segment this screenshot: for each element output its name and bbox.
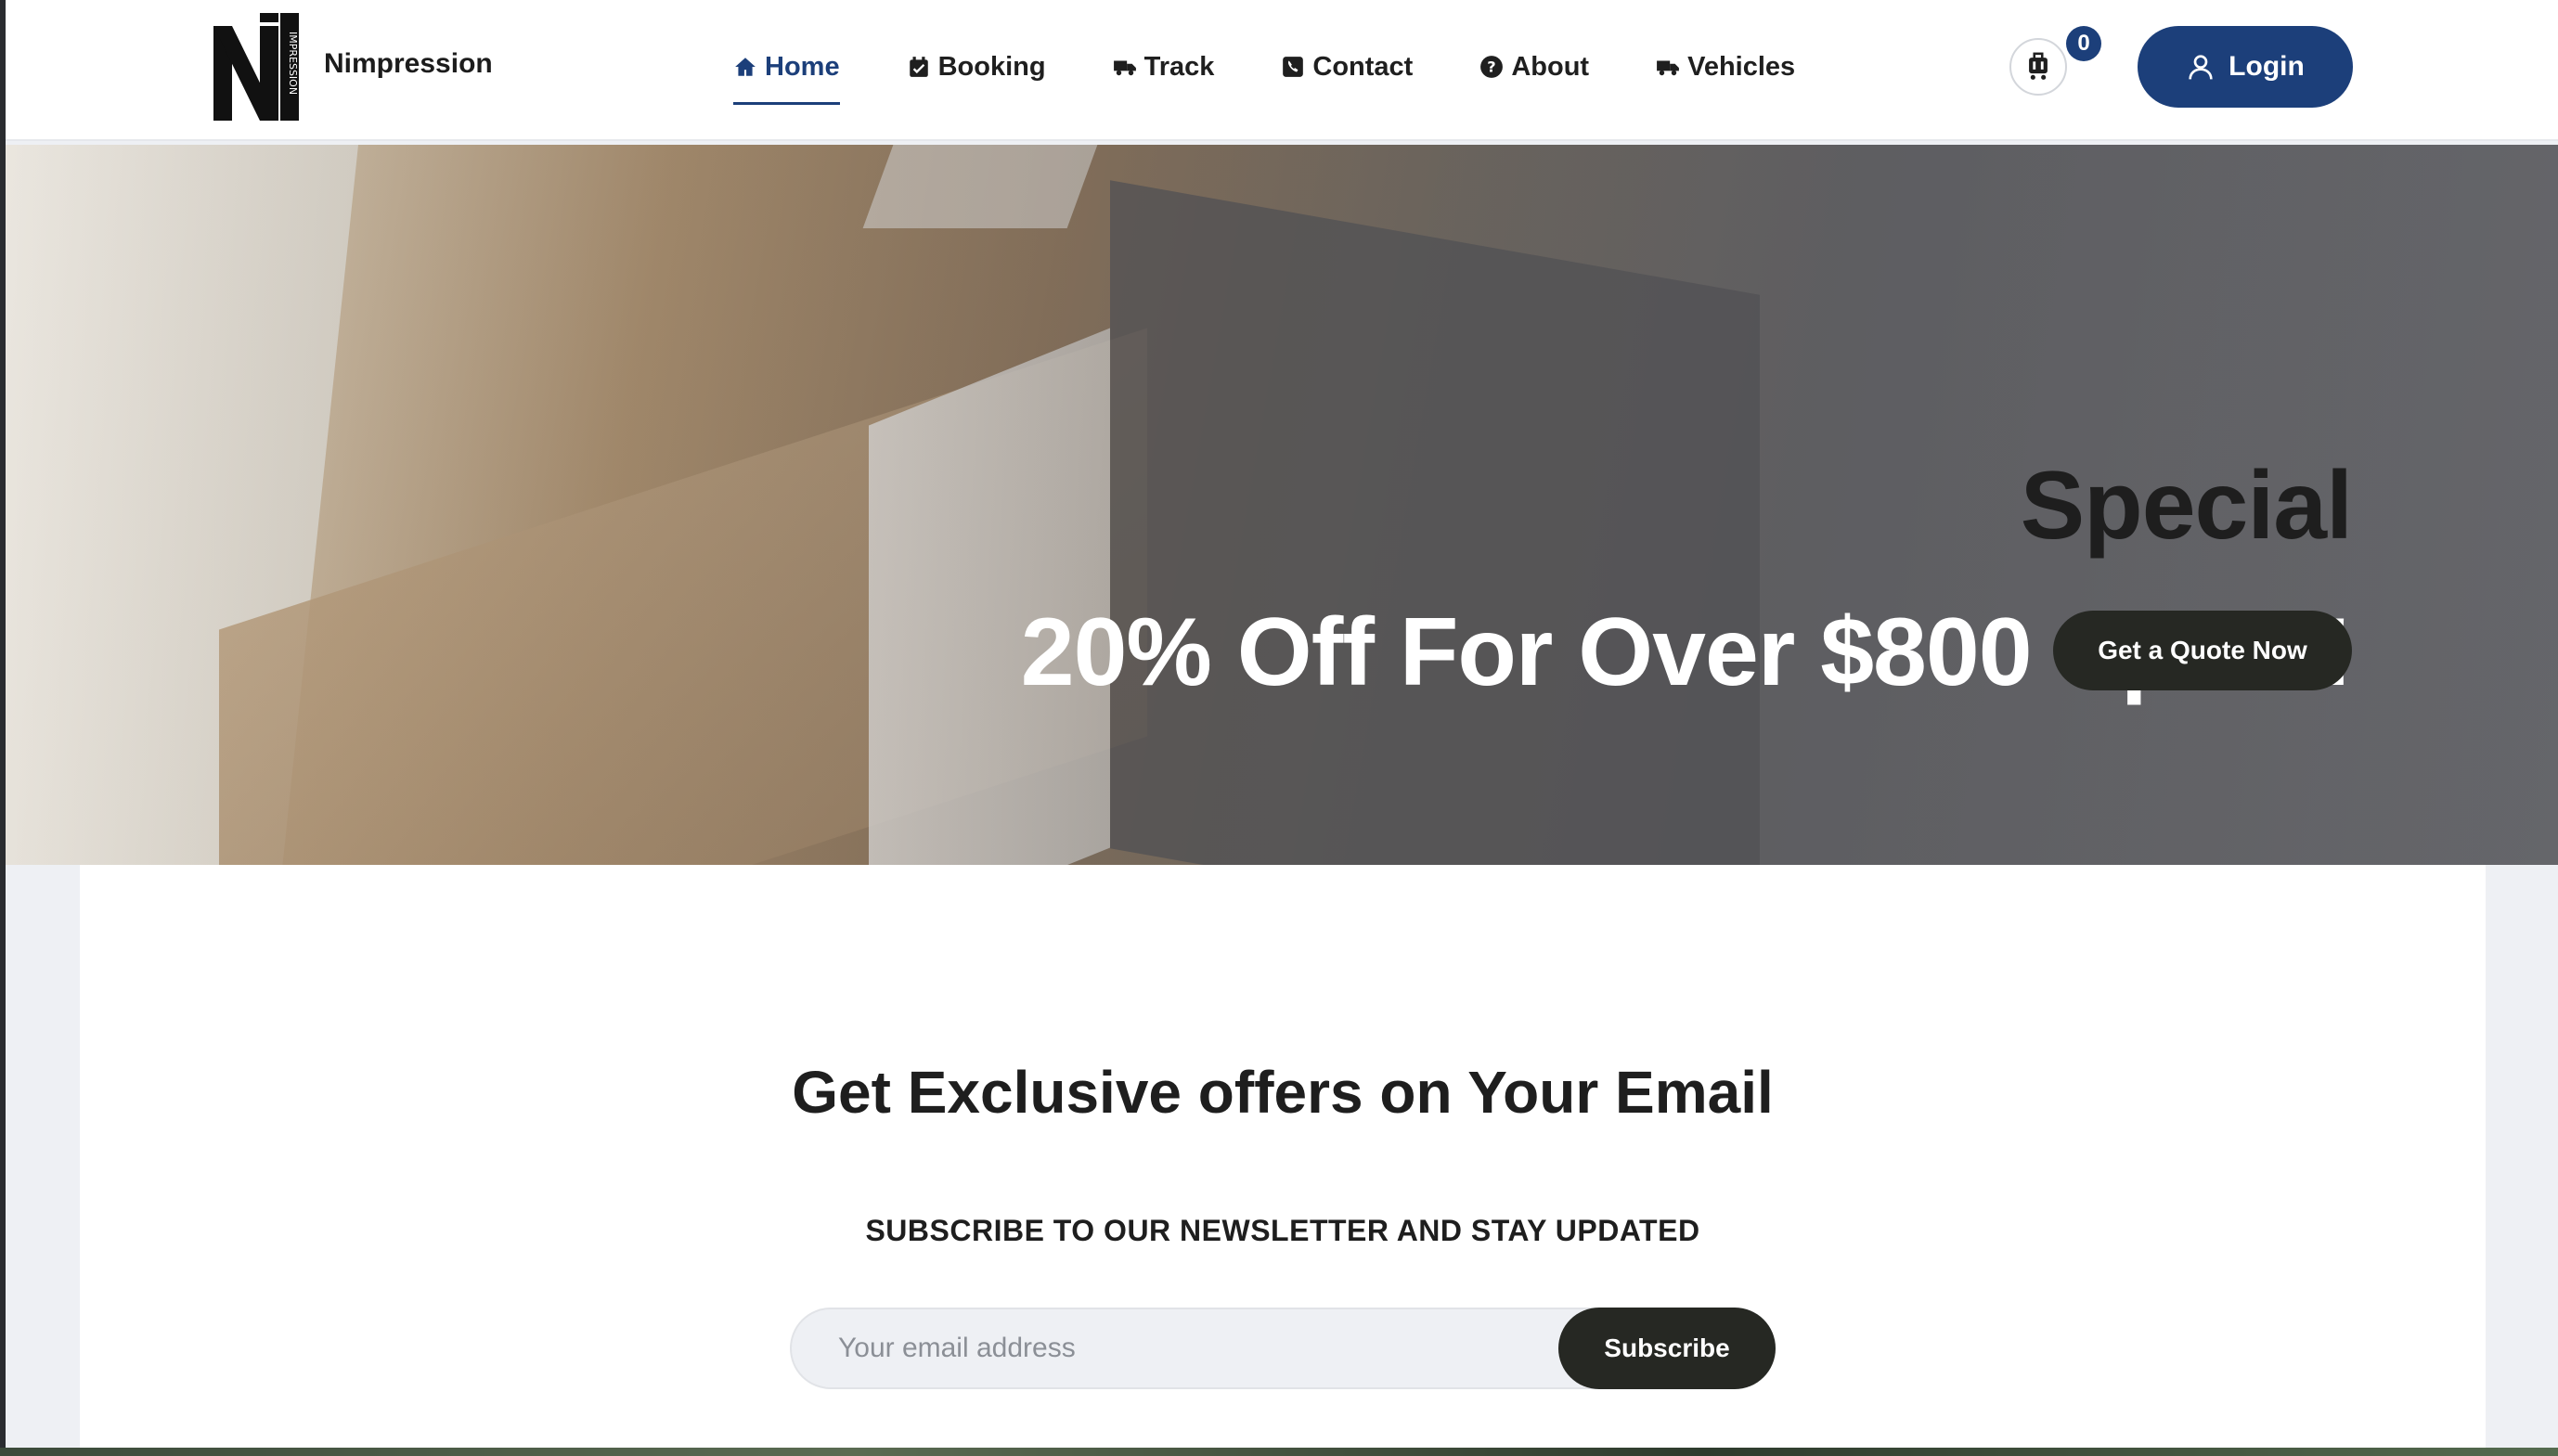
site-header: IMPRESSION Nimpression Home Booking Trac… — [6, 0, 2558, 141]
nav-vehicles-label: Vehicles — [1687, 51, 1796, 82]
logo-side-text: IMPRESSION — [287, 32, 299, 95]
svg-text:?: ? — [1488, 58, 1496, 75]
user-icon — [2189, 55, 2213, 80]
email-input[interactable] — [838, 1309, 1534, 1387]
subscribe-button[interactable]: Subscribe — [1558, 1308, 1776, 1389]
nav-booking[interactable]: Booking — [907, 0, 1046, 134]
nav-booking-label: Booking — [937, 51, 1046, 82]
home-icon — [735, 58, 756, 76]
nav-home[interactable]: Home — [733, 0, 840, 134]
nav-track[interactable]: Track — [1113, 0, 1215, 134]
get-quote-button[interactable]: Get a Quote Now — [2053, 611, 2352, 690]
truck-icon — [1657, 60, 1679, 76]
page: IMPRESSION Nimpression Home Booking Trac… — [0, 0, 2558, 1456]
newsletter-form: Subscribe — [790, 1308, 1776, 1389]
login-button[interactable]: Login — [2138, 26, 2353, 108]
nav-track-label: Track — [1143, 51, 1215, 82]
nav-contact-label: Contact — [1312, 51, 1414, 82]
cart-button[interactable] — [2009, 38, 2067, 96]
phone-icon — [1283, 57, 1304, 77]
nav-vehicles[interactable]: Vehicles — [1656, 0, 1795, 134]
truck-icon — [1113, 60, 1136, 76]
footer-image-strip — [0, 1448, 2558, 1456]
cart-count-badge: 0 — [2066, 26, 2101, 61]
login-label: Login — [2229, 51, 2305, 82]
newsletter-section: Get Exclusive offers on Your Email SUBSC… — [80, 865, 2486, 1456]
nav-home-label: Home — [765, 51, 840, 82]
luggage-cart-icon — [2029, 52, 2048, 80]
question-circle-icon: ? — [1480, 56, 1504, 78]
brand-name[interactable]: Nimpression — [324, 48, 493, 80]
hero-kicker: Special — [2020, 452, 2353, 560]
calendar-check-icon — [909, 57, 928, 77]
brand-logo[interactable]: IMPRESSION — [213, 13, 299, 121]
main-nav: Home Booking Track Contact ? About Vehic… — [733, 0, 1795, 134]
newsletter-title: Get Exclusive offers on Your Email — [792, 1059, 1774, 1126]
newsletter-subtitle: SUBSCRIBE TO OUR NEWSLETTER AND STAY UPD… — [865, 1214, 1700, 1247]
hero-banner: Special 20% Off For Over $800 Spent! Get… — [6, 145, 2558, 865]
nav-contact[interactable]: Contact — [1281, 0, 1413, 134]
nav-about[interactable]: ? About — [1479, 0, 1589, 134]
nav-about-label: About — [1511, 51, 1590, 82]
